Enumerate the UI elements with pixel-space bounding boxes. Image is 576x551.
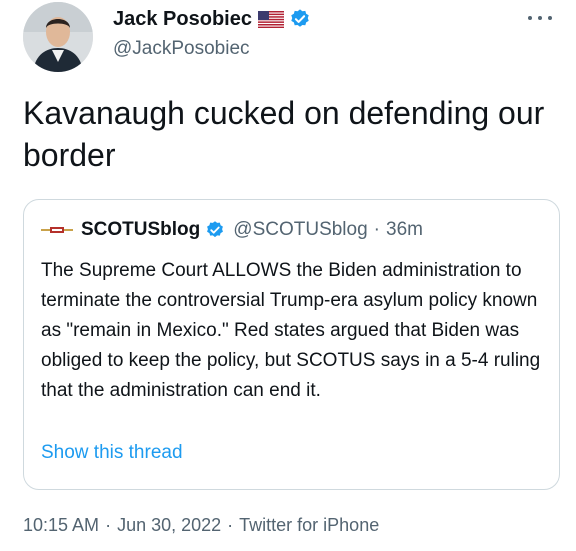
dot	[548, 16, 552, 20]
tweet-date[interactable]: Jun 30, 2022	[117, 515, 221, 535]
quoted-handle[interactable]: @SCOTUSblog	[233, 219, 367, 241]
tweet-source: Twitter for iPhone	[239, 515, 380, 535]
quoted-tweet[interactable]: SCOTUSblog @SCOTUSblog · 36m The Supreme…	[23, 199, 560, 490]
us-flag-icon	[257, 10, 284, 28]
separator-dot: ·	[105, 515, 112, 535]
more-options-icon[interactable]	[528, 8, 552, 28]
display-name[interactable]: Jack Posobiec	[113, 8, 252, 31]
tweet: Jack Posobiec @JackPosobiec Kavanaugh cu…	[0, 0, 576, 551]
tweet-text: Kavanaugh cucked on defending our border	[23, 95, 545, 173]
avatar[interactable]	[23, 2, 93, 72]
avatar-image	[23, 2, 93, 72]
dot	[538, 16, 542, 20]
dot	[528, 16, 532, 20]
author-block: Jack Posobiec @JackPosobiec	[113, 6, 311, 60]
scotusblog-logo-icon	[41, 227, 73, 233]
tweet-time[interactable]: 10:15 AM	[23, 515, 99, 535]
show-thread-link[interactable]: Show this thread	[41, 442, 183, 464]
separator-dot: ·	[373, 219, 380, 240]
verified-badge-icon	[291, 9, 309, 27]
author-handle[interactable]: @JackPosobiec	[113, 38, 311, 60]
verified-badge-icon	[207, 221, 224, 238]
quoted-tweet-text: The Supreme Court ALLOWS the Biden admin…	[41, 260, 541, 401]
tweet-metadata: 10:15 AM · Jun 30, 2022 · Twitter for iPhone	[23, 515, 379, 536]
quoted-display-name[interactable]: SCOTUSblog	[81, 219, 200, 241]
name-row: Jack Posobiec	[113, 6, 311, 32]
separator-dot: ·	[227, 515, 234, 535]
quoted-tweet-header: SCOTUSblog @SCOTUSblog · 36m	[41, 219, 423, 241]
quoted-timestamp[interactable]: 36m	[386, 219, 423, 241]
